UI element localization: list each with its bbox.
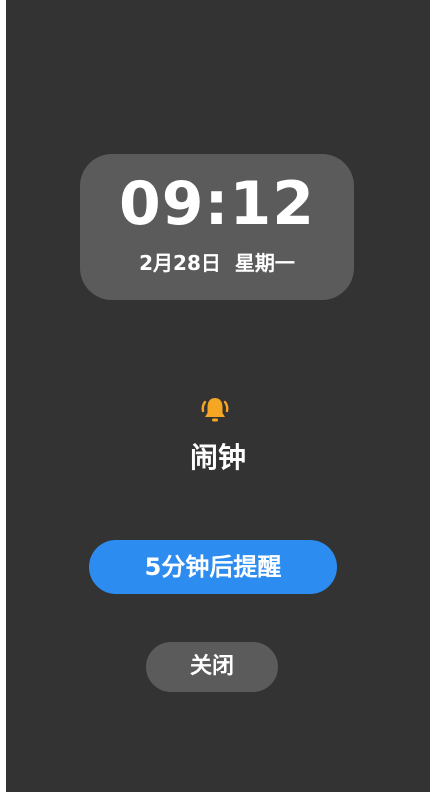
alarm-label: 闹钟 xyxy=(189,441,246,474)
bell-icon xyxy=(201,398,229,422)
clock-time: 09:12 xyxy=(119,169,315,239)
clock-weekday: 星期一 xyxy=(234,251,295,275)
date-row: 2月28日 星期一 xyxy=(80,250,354,276)
clock-date: 2月28日 xyxy=(139,251,221,275)
close-button[interactable]: 关闭 xyxy=(146,642,278,692)
snooze-button[interactable]: 5分钟后提醒 xyxy=(89,540,337,594)
alarm-screen: 09:12 2月28日 星期一 闹钟 5分钟后提醒 关闭 xyxy=(6,0,430,792)
clock-card: 09:12 2月28日 星期一 xyxy=(80,154,354,300)
